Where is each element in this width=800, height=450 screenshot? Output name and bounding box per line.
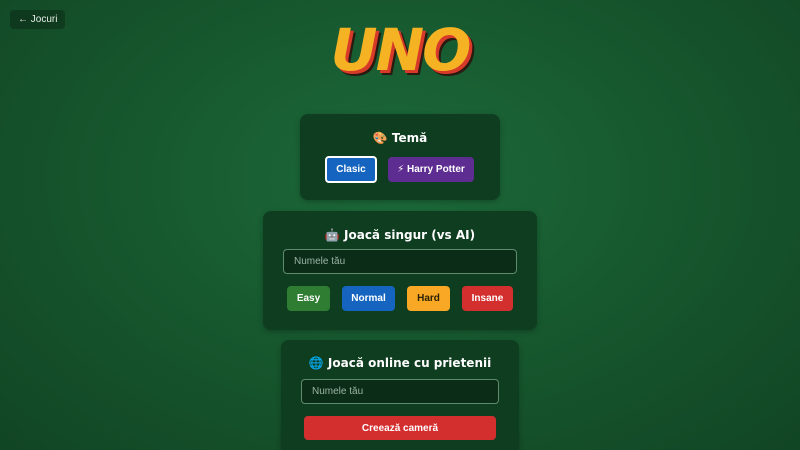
uno-logo: UNO (330, 16, 472, 84)
theme-classic-label: Clasic (336, 164, 366, 175)
online-title: 🌐 Joacă online cu prietenii (308, 356, 492, 370)
difficulty-hard-label: Hard (417, 293, 440, 304)
online-name-input[interactable] (301, 379, 499, 404)
theme-harry-potter-button[interactable]: ⚡ Harry Potter (388, 157, 474, 182)
difficulty-normal-button[interactable]: Normal (342, 286, 395, 311)
difficulty-normal-label: Normal (351, 293, 386, 304)
difficulty-insane-label: Insane (471, 293, 504, 304)
difficulty-hard-button[interactable]: Hard (407, 286, 450, 311)
theme-classic-button[interactable]: Clasic (325, 156, 377, 183)
theme-harry-potter-label: ⚡ Harry Potter (397, 164, 465, 175)
theme-title: 🎨 Temă (372, 131, 428, 145)
create-room-button[interactable]: Creează cameră (304, 416, 496, 440)
solo-panel: 🤖 Joacă singur (vs AI) Easy Normal Hard … (263, 211, 537, 330)
theme-panel: 🎨 Temă Clasic ⚡ Harry Potter (300, 114, 500, 200)
difficulty-insane-button[interactable]: Insane (462, 286, 513, 311)
difficulty-easy-button[interactable]: Easy (287, 286, 330, 311)
create-room-label: Creează cameră (361, 422, 439, 434)
solo-name-input[interactable] (283, 249, 517, 274)
solo-title: 🤖 Joacă singur (vs AI) (324, 228, 476, 242)
online-panel: 🌐 Joacă online cu prietenii Creează came… (281, 340, 519, 450)
difficulty-easy-label: Easy (296, 293, 321, 304)
